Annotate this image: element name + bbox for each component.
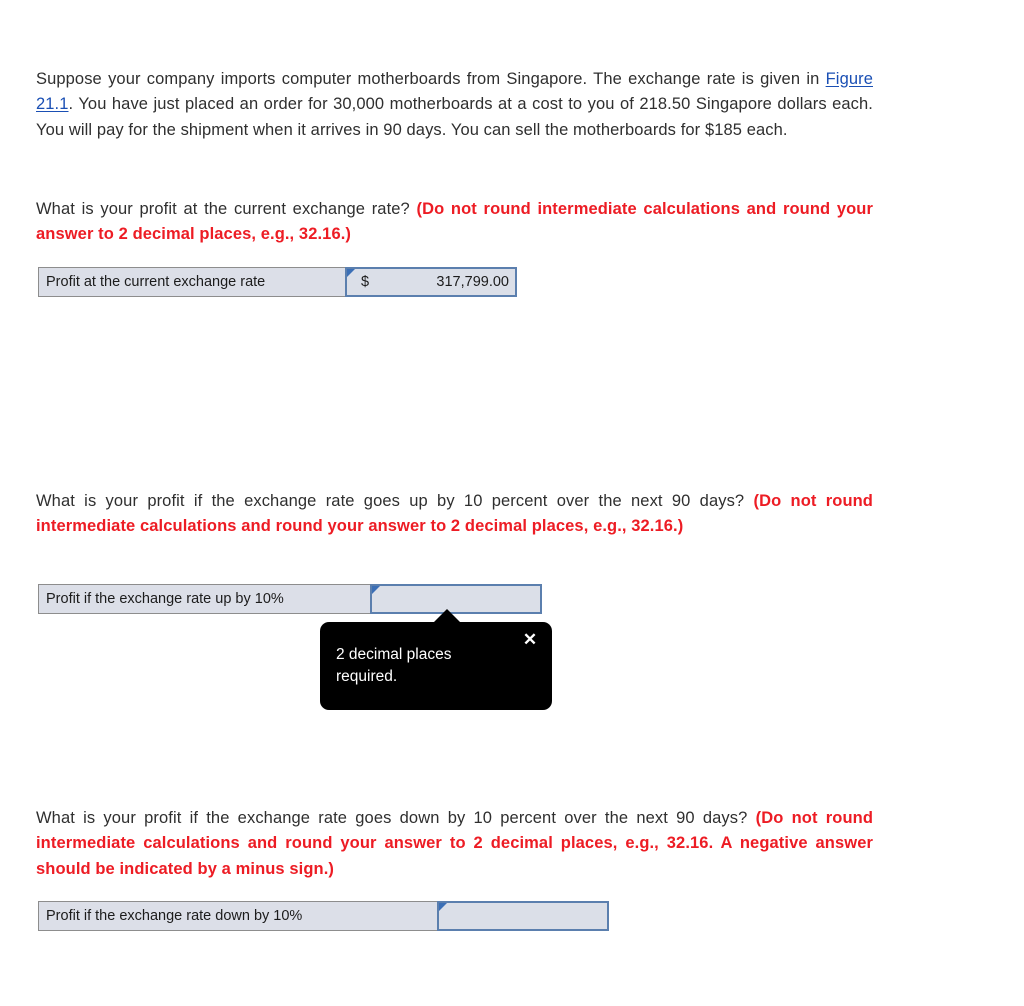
currency-symbol-1: $ — [361, 274, 370, 290]
assignment-page: Suppose your company imports computer mo… — [0, 0, 1024, 1006]
answer-field-1[interactable]: $ 317,799.00 — [345, 267, 517, 297]
question-1-text: What is your profit at the current excha… — [36, 197, 873, 248]
question-1-prompt: What is your profit at the current excha… — [36, 199, 417, 218]
intro-text-part2: . You have just placed an order for 30,0… — [36, 95, 873, 139]
question-3-text: What is your profit if the exchange rate… — [36, 806, 873, 883]
answer-row-1: Profit at the current exchange rate $ 31… — [38, 267, 517, 297]
answer-label-3: Profit if the exchange rate down by 10% — [38, 901, 437, 931]
question-2-prompt: What is your profit if the exchange rate… — [36, 491, 754, 510]
answer-row-2: Profit if the exchange rate up by 10% — [38, 584, 542, 614]
answer-label-1: Profit at the current exchange rate — [38, 267, 345, 297]
validation-tooltip: 2 decimal places required. ✕ — [320, 609, 552, 710]
field-flag-icon — [439, 903, 447, 911]
question-3-prompt: What is your profit if the exchange rate… — [36, 808, 756, 827]
answer-label-2: Profit if the exchange rate up by 10% — [38, 584, 370, 614]
field-flag-icon — [372, 586, 380, 594]
question-2-text: What is your profit if the exchange rate… — [36, 489, 873, 540]
answer-row-3: Profit if the exchange rate down by 10% — [38, 901, 609, 931]
tooltip-message: 2 decimal places required. — [336, 646, 452, 685]
intro-text-part1: Suppose your company imports computer mo… — [36, 69, 826, 88]
tooltip-arrow-icon — [433, 609, 461, 623]
field-flag-icon — [347, 269, 355, 277]
answer-field-3[interactable] — [437, 901, 609, 931]
intro-paragraph: Suppose your company imports computer mo… — [36, 67, 873, 144]
answer-value-1[interactable]: 317,799.00 — [401, 274, 515, 290]
close-icon[interactable]: ✕ — [520, 630, 540, 650]
